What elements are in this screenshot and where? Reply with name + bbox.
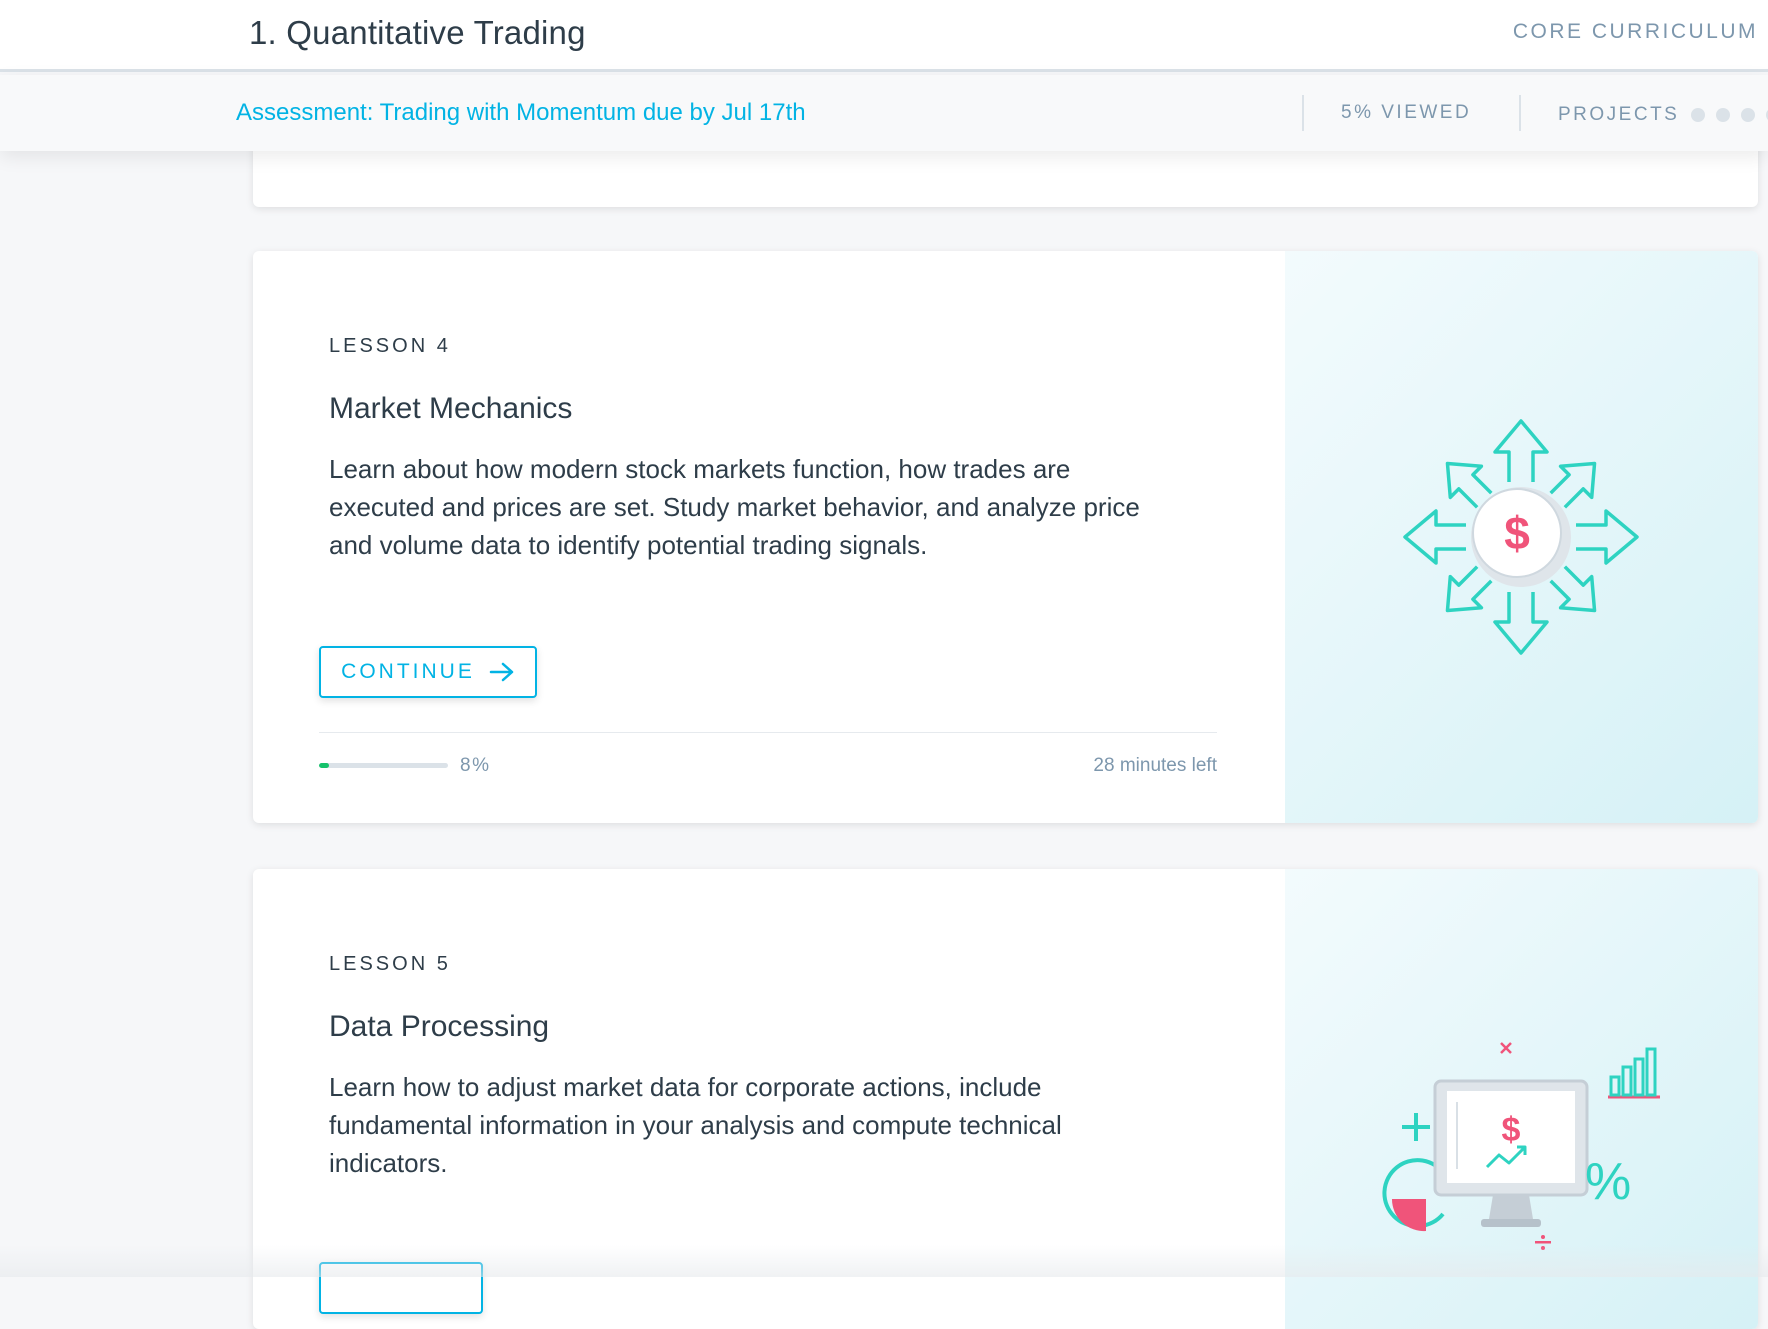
monitor-chart-icon: $ % <box>1382 1042 1660 1250</box>
project-dots <box>1691 108 1768 122</box>
arrow-right-icon <box>489 662 515 682</box>
lesson-title[interactable]: Market Mechanics <box>329 392 572 426</box>
progress-percent: 8% <box>460 755 491 776</box>
dollar-arrows-icon: $ <box>1403 419 1639 655</box>
lesson-card: LESSON 5 Data Processing Learn how to ad… <box>253 869 1758 1329</box>
projects-indicator[interactable]: PROJECTS <box>1558 104 1768 126</box>
progress-fill <box>319 763 330 768</box>
continue-label: CONTINUE <box>341 660 475 683</box>
project-dot <box>1741 108 1756 122</box>
viewed-status: 5% VIEWED <box>1341 102 1472 123</box>
assessment-link[interactable]: Assessment: Trading with Momentum due by… <box>236 99 806 127</box>
lesson-description: Learn about how modern stock markets fun… <box>329 454 1140 560</box>
svg-text:$: $ <box>1502 1111 1521 1149</box>
course-title: 1. Quantitative Trading <box>249 14 586 51</box>
lesson-card: LESSON 4 Market Mechanics Learn about ho… <box>253 251 1758 823</box>
project-dot <box>1691 108 1706 122</box>
lesson-illustration: $ <box>1285 251 1758 823</box>
continue-button[interactable] <box>319 1262 483 1314</box>
time-left: 28 minutes left <box>1093 755 1217 776</box>
lesson-description: Learn how to adjust market data for corp… <box>329 1072 1062 1178</box>
divider <box>1302 95 1304 131</box>
lesson-label: LESSON 5 <box>329 953 451 975</box>
continue-button[interactable]: CONTINUE <box>319 646 537 698</box>
project-dot <box>1716 108 1731 122</box>
sub-header: Assessment: Trading with Momentum due by… <box>0 75 1768 151</box>
svg-text:%: % <box>1585 1153 1631 1211</box>
divider <box>319 732 1217 733</box>
projects-label: PROJECTS <box>1558 104 1680 125</box>
lesson-illustration: $ % <box>1285 869 1758 1329</box>
svg-text:$: $ <box>1504 507 1530 559</box>
progress-bar <box>319 763 448 768</box>
top-bar: 1. Quantitative Trading CORE CURRICULUM <box>0 0 1768 72</box>
lesson-label: LESSON 4 <box>329 335 451 357</box>
divider <box>1519 95 1521 131</box>
core-curriculum-link[interactable]: CORE CURRICULUM <box>1513 20 1758 44</box>
lesson-title[interactable]: Data Processing <box>329 1010 549 1044</box>
